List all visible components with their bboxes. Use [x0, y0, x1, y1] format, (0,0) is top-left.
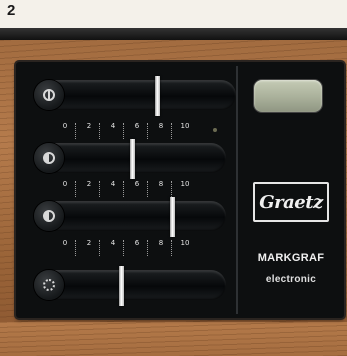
slider-handle-volume[interactable] — [155, 76, 160, 116]
scale-separator — [171, 240, 173, 256]
tick-label: 4 — [110, 122, 116, 130]
cabinet-top-strip — [0, 28, 347, 40]
scale-row-2: 0 2 4 6 8 10 — [58, 180, 208, 200]
slider-track-tone[interactable] — [40, 201, 226, 231]
scale-separator — [75, 240, 77, 256]
balance-icon — [43, 152, 55, 164]
tick-label: 0 — [62, 122, 68, 130]
tick-label: 6 — [134, 122, 140, 130]
scale-row-3: 0 2 4 6 8 10 — [58, 239, 208, 259]
tick-label: 10 — [180, 180, 190, 188]
scale-separator — [171, 123, 173, 139]
scale-separator — [123, 123, 125, 139]
tick-label: 8 — [158, 239, 164, 247]
tick-label: 4 — [110, 239, 116, 247]
tick-label: 4 — [110, 180, 116, 188]
display-window — [254, 80, 322, 112]
cabinet-bottom — [0, 322, 347, 356]
tick-label: 6 — [134, 180, 140, 188]
panel-divider — [236, 66, 238, 314]
tick-label: 0 — [62, 180, 68, 188]
scale-separator — [99, 123, 101, 139]
tick-label: 2 — [86, 239, 92, 247]
scale-separator — [147, 181, 149, 197]
tick-label: 0 — [62, 239, 68, 247]
slider-handle-brightness[interactable] — [119, 266, 124, 306]
volume-icon — [43, 89, 55, 101]
scale-separator — [99, 240, 101, 256]
scale-separator — [123, 240, 125, 256]
slider-handle-tone[interactable] — [170, 197, 175, 237]
brightness-icon — [43, 279, 55, 291]
logo-text: Graetz — [259, 191, 323, 213]
scale-separator — [75, 181, 77, 197]
tick-label: 8 — [158, 122, 164, 130]
slider-handle-balance[interactable] — [129, 139, 135, 179]
scale-separator — [75, 123, 77, 139]
tick-label: 2 — [86, 180, 92, 188]
tick-label: 10 — [180, 239, 190, 247]
scale-separator — [147, 123, 149, 139]
scale-separator — [123, 181, 125, 197]
slider-track-volume[interactable] — [40, 80, 236, 110]
scale-separator — [147, 240, 149, 256]
logo-badge: Graetz — [253, 182, 329, 222]
scale-separator — [99, 181, 101, 197]
tick-label: 2 — [86, 122, 92, 130]
tick-label: 6 — [134, 239, 140, 247]
figure-label: 2 — [7, 2, 16, 19]
tick-label: 10 — [180, 122, 190, 130]
tone-icon — [43, 210, 55, 222]
scale-separator — [171, 181, 173, 197]
slider-track-brightness[interactable] — [40, 270, 226, 300]
tick-label: 8 — [158, 180, 164, 188]
brand-name: MARKGRAF — [257, 252, 325, 264]
brand-subtitle: electronic — [265, 274, 317, 285]
indicator-led — [213, 128, 217, 132]
